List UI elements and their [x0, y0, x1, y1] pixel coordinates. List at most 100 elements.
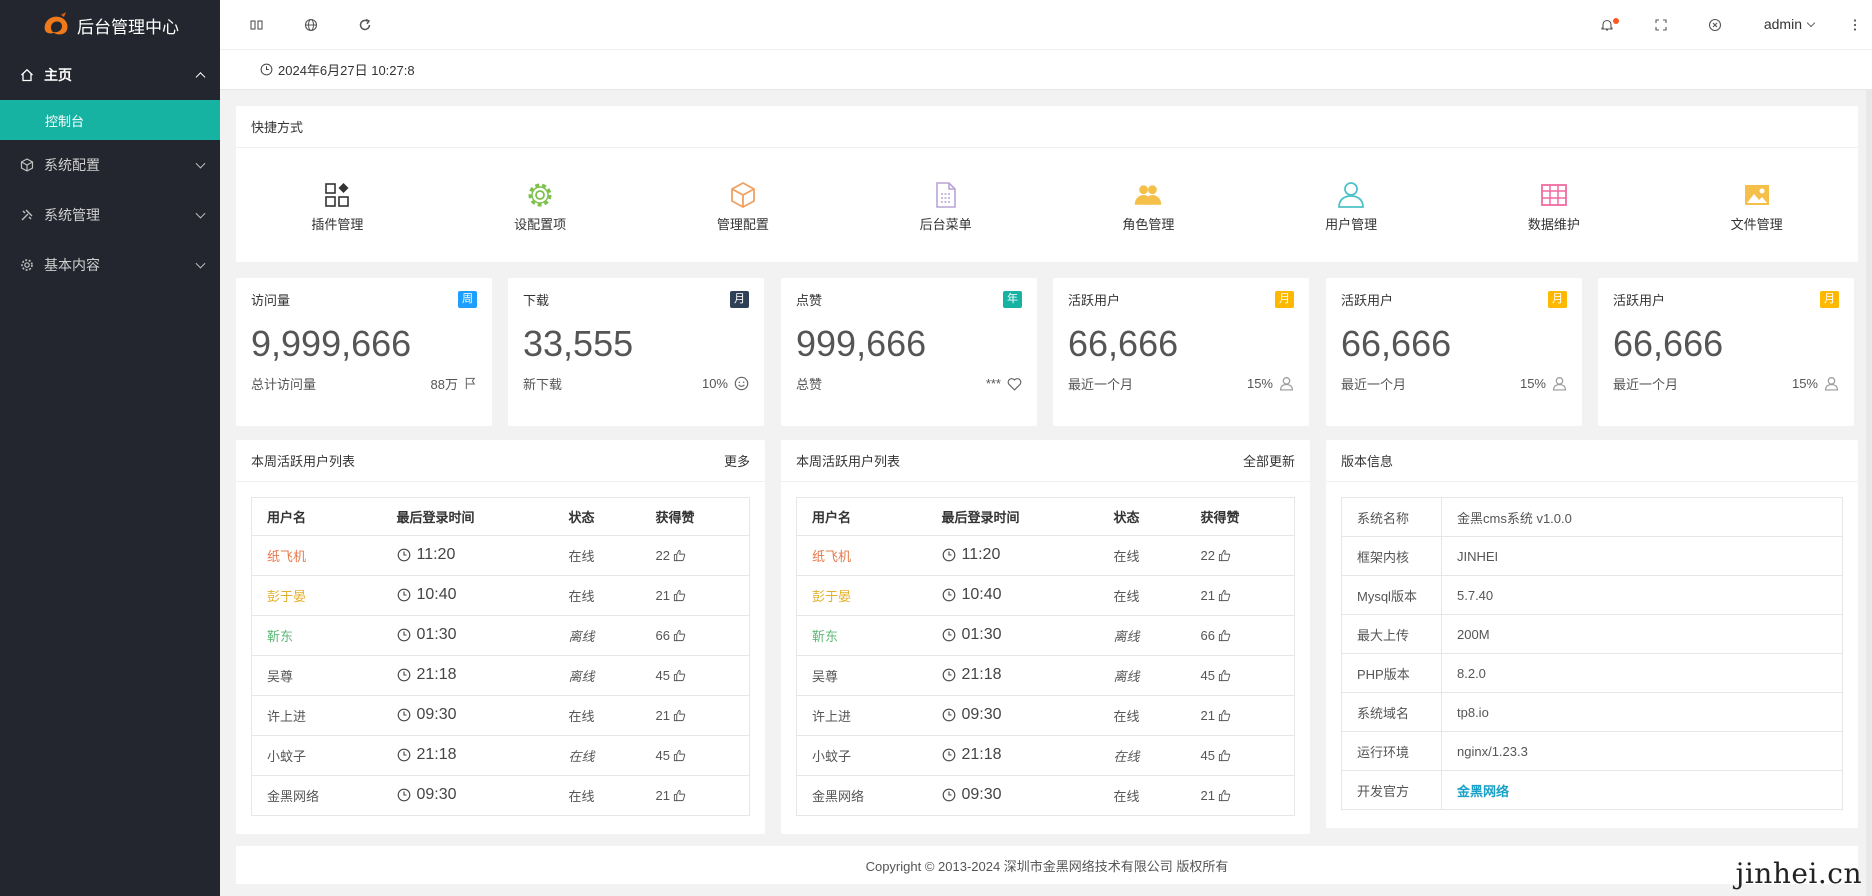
user-name-cell[interactable]: 纸飞机 — [251, 535, 382, 576]
stat-header: 下载 月 — [508, 278, 764, 320]
shortcut-label: 设配置项 — [514, 217, 567, 232]
shortcut-label: 管理配置 — [716, 217, 769, 232]
clock-icon — [397, 708, 411, 722]
period-badge: 月 — [1820, 290, 1839, 308]
shortcut-roles[interactable]: 角色管理 — [1047, 148, 1250, 233]
copyright-text: Copyright © 2013-2024 深圳市金黑网络技术有限公司 版权所有 — [865, 858, 1229, 874]
globe-icon[interactable] — [302, 16, 320, 34]
table-row[interactable]: 彭于晏 10:40 在线 21 — [251, 575, 750, 616]
app-logo[interactable]: 后台管理中心 — [0, 0, 220, 50]
col-status: 状态 — [1098, 497, 1186, 536]
status-cell: 在线 — [568, 789, 595, 804]
update-all-link[interactable]: 全部更新 — [1243, 451, 1295, 470]
stat-header: 活跃用户 月 — [1598, 278, 1854, 320]
shortcut-files[interactable]: 文件管理 — [1655, 148, 1858, 233]
last-login-cell: 11:20 — [926, 535, 1099, 576]
table-row[interactable]: 小蚊子 21:18 在线 45 — [796, 735, 1295, 776]
user-name-cell[interactable]: 靳东 — [796, 615, 927, 656]
flag-icon — [464, 377, 477, 390]
clock-icon — [397, 668, 411, 682]
col-last-login: 最后登录时间 — [381, 497, 554, 536]
table-row[interactable]: 彭于晏 10:40 在线 21 — [796, 575, 1295, 616]
bell-icon[interactable] — [1598, 16, 1619, 34]
stat-foot-label: 最近一个月 — [1068, 377, 1134, 392]
likes-cell: 22 — [1185, 535, 1295, 576]
version-value: 金黑cms系统 v1.0.0 — [1441, 497, 1843, 537]
stat-foot-label: 总计访问量 — [251, 377, 317, 392]
more-vertical-icon[interactable] — [1846, 16, 1864, 34]
stat-foot-value: *** — [985, 376, 1001, 391]
user-name-cell[interactable]: 纸飞机 — [796, 535, 927, 576]
version-key: Mysql版本 — [1341, 575, 1442, 615]
likes-cell: 45 — [1185, 735, 1295, 776]
shortcut-users[interactable]: 用户管理 — [1250, 148, 1453, 233]
stat-title: 点赞 — [796, 292, 823, 308]
shortcut-admin-menu[interactable]: 后台菜单 — [844, 148, 1047, 233]
thumbs-up-icon — [673, 789, 686, 802]
user-name-cell[interactable]: 彭于晏 — [796, 575, 927, 616]
nav-basic-content[interactable]: 基本内容 — [0, 240, 220, 290]
table-row[interactable]: 许上进 09:30 在线 21 — [796, 695, 1295, 736]
user-menu[interactable]: admin — [1764, 16, 1816, 32]
last-login-cell: 09:30 — [927, 776, 1099, 816]
table-row[interactable]: 吴尊 21:18 离线 45 — [251, 655, 750, 696]
user-name-cell[interactable]: 吴尊 — [251, 655, 382, 696]
nav-system-config[interactable]: 系统配置 — [0, 140, 220, 190]
heart-icon — [1007, 377, 1022, 391]
active-users-table: 用户名 最后登录时间 状态 获得赞 纸飞机 11:20 在线 22 彭于晏 10:40 在线… — [796, 497, 1295, 816]
more-link[interactable]: 更多 — [724, 451, 750, 470]
version-row: Mysql版本 5.7.40 — [1341, 575, 1843, 615]
table-row[interactable]: 纸飞机 11:20 在线 22 — [251, 535, 750, 576]
stat-value: 33,555 — [523, 323, 634, 364]
nav-dashboard[interactable]: 控制台 — [0, 100, 220, 140]
nav-home[interactable]: 主页 — [0, 50, 220, 100]
shortcut-plugins[interactable]: 插件管理 — [236, 148, 439, 233]
user-name-cell[interactable]: 许上进 — [796, 695, 927, 736]
table-row[interactable]: 纸飞机 11:20 在线 22 — [796, 535, 1295, 576]
user-name-cell[interactable]: 许上进 — [251, 695, 382, 736]
image-icon — [1742, 180, 1772, 210]
col-username: 用户名 — [796, 497, 927, 536]
table-row[interactable]: 吴尊 21:18 离线 45 — [796, 655, 1295, 696]
close-circle-icon[interactable] — [1706, 16, 1724, 34]
nav-basic-content-label: 基本内容 — [44, 257, 100, 273]
period-badge: 年 — [1003, 290, 1022, 308]
version-row: 运行环境 nginx/1.23.3 — [1341, 731, 1843, 771]
table-row[interactable]: 许上进 09:30 在线 21 — [251, 695, 750, 736]
nav-system-manage-label: 系统管理 — [44, 207, 100, 223]
user-name-cell[interactable]: 靳东 — [251, 615, 382, 656]
user-name-cell[interactable]: 小蚊子 — [251, 735, 382, 776]
table-row[interactable]: 金黑网络 09:30 在线 21 — [797, 776, 1295, 816]
active-users-header: 本周活跃用户列表 全部更新 — [781, 440, 1310, 482]
user-name-cell[interactable]: 金黑网络 — [797, 776, 927, 816]
official-site-link[interactable]: 金黑网络 — [1442, 771, 1843, 810]
stat-card: 访问量 周 9,999,666 总计访问量 88万 — [236, 278, 492, 426]
current-datetime: 2024年6月27日 10:27:8 — [278, 63, 415, 78]
sidebar-toggle-icon[interactable] — [248, 16, 266, 34]
shortcut-data-maintenance[interactable]: 数据维护 — [1453, 148, 1656, 233]
likes-count: 45 — [1200, 668, 1215, 683]
watermark: jinhei.cn — [1735, 857, 1862, 890]
user-name-cell[interactable]: 金黑网络 — [252, 776, 382, 816]
notification-dot — [1613, 18, 1619, 24]
thumbs-up-icon — [1218, 789, 1231, 802]
table-row[interactable]: 金黑网络 09:30 在线 21 — [252, 776, 750, 816]
table-row[interactable]: 靳东 01:30 离线 66 — [251, 615, 750, 656]
refresh-icon[interactable] — [356, 16, 374, 34]
shortcut-config-items[interactable]: 设配置项 — [439, 148, 642, 233]
table-row[interactable]: 小蚊子 21:18 在线 45 — [251, 735, 750, 776]
user-name-cell[interactable]: 小蚊子 — [796, 735, 927, 776]
user-name-cell[interactable]: 吴尊 — [796, 655, 927, 696]
last-login-cell: 21:18 — [381, 735, 554, 776]
last-login-cell: 09:30 — [926, 695, 1099, 736]
user-icon — [1279, 376, 1294, 391]
page-scrollbar[interactable] — [1866, 90, 1872, 896]
thumbs-up-icon — [673, 669, 686, 682]
period-badge: 周 — [458, 290, 477, 308]
cube-icon — [20, 158, 34, 172]
user-name-cell[interactable]: 彭于晏 — [251, 575, 382, 616]
shortcut-manage-config[interactable]: 管理配置 — [642, 148, 845, 233]
nav-system-manage[interactable]: 系统管理 — [0, 190, 220, 240]
fullscreen-icon[interactable] — [1652, 16, 1670, 34]
table-row[interactable]: 靳东 01:30 离线 66 — [796, 615, 1295, 656]
